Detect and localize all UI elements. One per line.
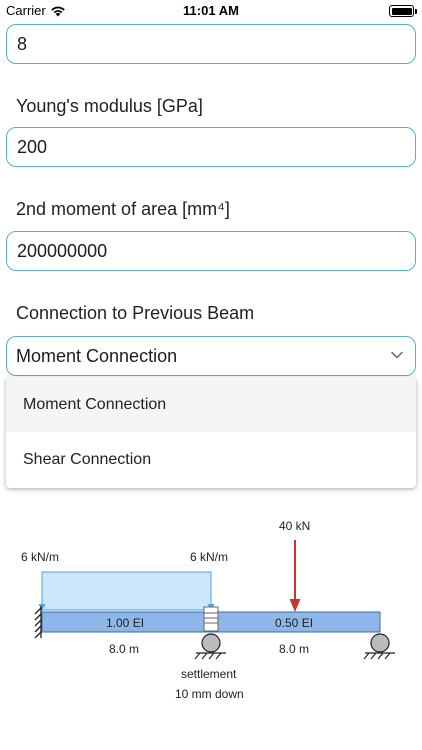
beam-diagram: 6 kN/m 6 kN/m 40 kN 1.00 EI 0.50 EI 8.0 … (21, 519, 395, 701)
span2-length-label: 8.0 m (279, 642, 309, 656)
clock: 11:01 AM (183, 3, 239, 18)
length-field[interactable]: 8 (6, 24, 416, 64)
connection-label: Connection to Previous Beam (16, 303, 255, 323)
settlement-value: 10 mm down (175, 687, 244, 701)
youngs-modulus-field[interactable]: 200 (6, 127, 416, 167)
battery-icon (389, 5, 417, 17)
moment-of-area-label: 2nd moment of area [mm⁴] (16, 199, 230, 219)
status-bar: Carrier 11:01 AM (0, 0, 422, 22)
settlement-label: settlement (181, 667, 237, 681)
span2-stiffness-label: 0.50 EI (275, 616, 313, 630)
option-shear-connection[interactable]: Shear Connection (6, 432, 416, 487)
span1-length-label: 8.0 m (109, 642, 139, 656)
youngs-modulus-label: Young's modulus [GPa] (16, 96, 203, 116)
roller-support (363, 633, 395, 660)
moment-of-area-field[interactable]: 200000000 (6, 231, 416, 271)
connection-select[interactable]: Moment Connection (6, 336, 416, 376)
left-load-label: 6 kN/m (21, 550, 59, 564)
point-load-arrowhead (289, 599, 301, 612)
span1-stiffness-label: 1.00 EI (106, 616, 144, 630)
connection-dropdown: Moment Connection Shear Connection (6, 377, 416, 488)
point-load-label: 40 kN (279, 519, 310, 533)
option-moment-connection[interactable]: Moment Connection (6, 377, 416, 432)
chevron-down-icon (391, 351, 403, 359)
distributed-load (41, 571, 212, 611)
right-load-label: 6 kN/m (190, 550, 228, 564)
connection-selected-value: Moment Connection (16, 346, 178, 366)
fixed-support (34, 606, 42, 639)
